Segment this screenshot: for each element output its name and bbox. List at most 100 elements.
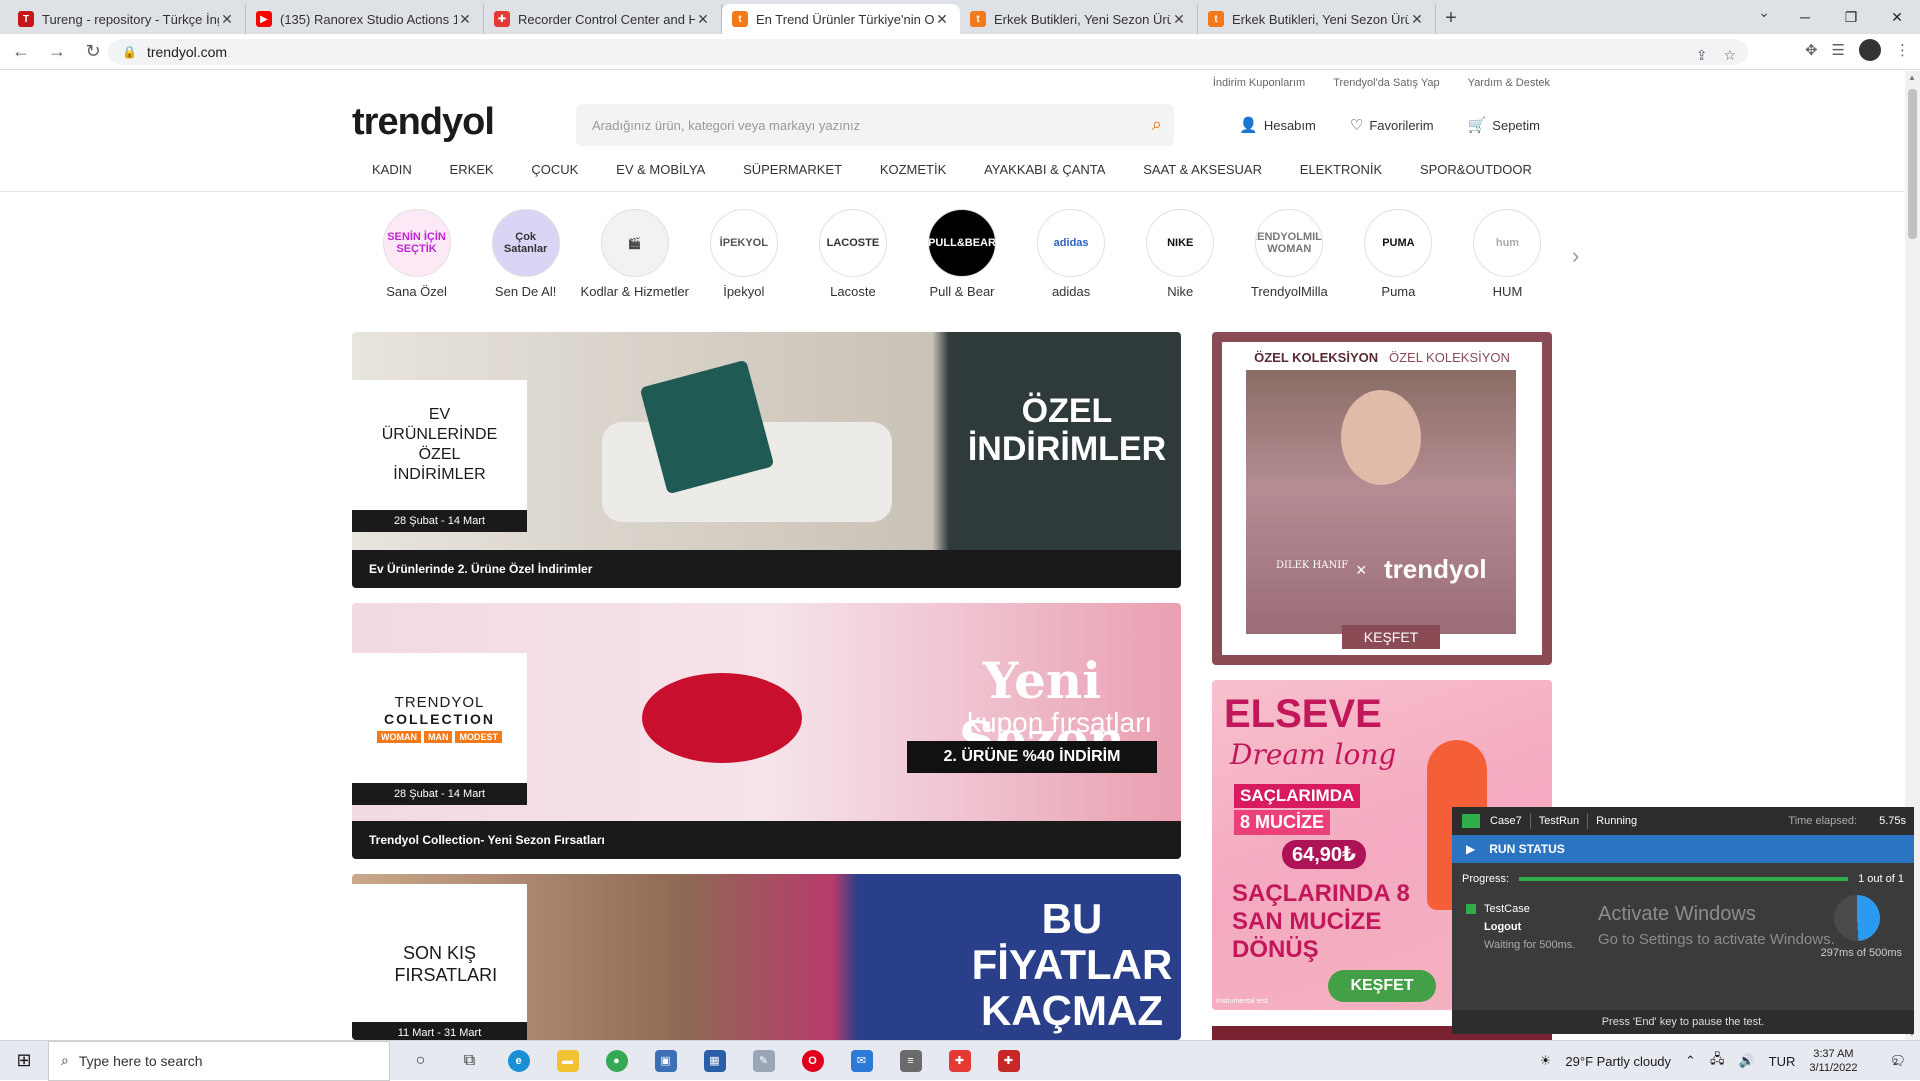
file-explorer-icon[interactable]: ▬	[543, 1041, 592, 1081]
reading-list-icon[interactable]: ☰	[1832, 41, 1845, 59]
restore-icon[interactable]: ❐	[1828, 0, 1874, 34]
tab-close-icon[interactable]: ✕	[1409, 11, 1425, 28]
top-link[interactable]: Yardım & Destek	[1468, 77, 1550, 89]
story-label: Pull & Bear	[929, 284, 995, 299]
weather-icon[interactable]: ☀	[1540, 1053, 1552, 1069]
scrollbar-thumb[interactable]	[1908, 89, 1917, 239]
account-link[interactable]: 👤 Hesabım	[1239, 116, 1316, 134]
story-item[interactable]: PUMA Puma	[1344, 209, 1453, 319]
profile-avatar[interactable]	[1859, 39, 1881, 61]
story-item[interactable]: Çok Satanlar Sen De Al!	[471, 209, 580, 319]
story-item[interactable]: adidas adidas	[1017, 209, 1126, 319]
trendyol-logo[interactable]: trendyol	[352, 101, 495, 144]
notepad-icon[interactable]: ≡	[886, 1041, 935, 1081]
top-link[interactable]: İndirim Kuponlarım	[1213, 77, 1305, 89]
activate-windows-title: Activate Windows	[1598, 903, 1756, 925]
category-nav-item[interactable]: ÇOCUK	[531, 162, 578, 190]
browser-tab[interactable]: t Erkek Butikleri, Yeni Sezon Ürünle✕	[960, 4, 1198, 34]
story-item[interactable]: NIKE Nike	[1126, 209, 1235, 319]
banner-collection[interactable]: TRENDYOL COLLECTION WOMAN MAN MODEST 28 Şu…	[352, 603, 1181, 859]
banner-home-discount[interactable]: EV ÜRÜNLERİNDE ÖZEL İNDİRİMLER 28 Şubat …	[352, 332, 1181, 588]
favorites-link[interactable]: ♡ Favorilerim	[1350, 116, 1434, 134]
taskbar-search-input[interactable]: ⌕ Type here to search	[48, 1040, 390, 1081]
browser-menu-icon[interactable]: ⋮	[1895, 41, 1910, 59]
chevron-up-icon[interactable]: ⌃	[1685, 1053, 1696, 1069]
tab-favicon-icon: T	[18, 11, 34, 27]
side-card-dilek-hanif[interactable]: ÖZEL KOLEKSİYON ÖZEL KOLEKSİYON DILEK HA…	[1212, 332, 1552, 665]
mail-icon[interactable]: ✉	[837, 1041, 886, 1081]
scroll-up-icon[interactable]: ▲	[1908, 73, 1916, 82]
rx-progress-fill	[1519, 877, 1849, 881]
tab-close-icon[interactable]: ✕	[219, 11, 235, 28]
notifications-icon[interactable]: 🗨 2	[1889, 1053, 1906, 1069]
clock[interactable]: 3:37 AM 3/11/2022	[1809, 1047, 1871, 1075]
close-window-icon[interactable]: ✕	[1874, 0, 1920, 34]
banner-caption: Ev Ürünlerinde 2. Ürüne Özel İndirimler	[352, 550, 1181, 588]
story-item[interactable]: hum HUM	[1453, 209, 1562, 319]
story-item[interactable]: PULL&BEAR Pull & Bear	[907, 209, 1016, 319]
reload-icon[interactable]: ↻	[78, 41, 108, 62]
store-icon[interactable]: ▦	[690, 1041, 739, 1081]
rx-run-status-bar[interactable]: ▶ RUN STATUS	[1452, 835, 1914, 863]
browser-tab[interactable]: ▶ (135) Ranorex Studio Actions 1/4 ✕	[246, 4, 484, 34]
story-item[interactable]: SENİN İÇİN SEÇTİK Sana Özel	[362, 209, 471, 319]
banner-winter[interactable]: SON KIŞ FIRSATLARI 11 Mart - 31 Mart BU …	[352, 874, 1181, 1040]
minimize-icon[interactable]: ─	[1782, 0, 1828, 34]
tab-close-icon[interactable]: ✕	[457, 11, 473, 28]
window-controls: ─ ❐ ✕	[1782, 0, 1920, 34]
bookmark-star-icon[interactable]: ☆	[1723, 47, 1736, 64]
category-nav-item[interactable]: AYAKKABI & ÇANTA	[984, 162, 1105, 190]
cortana-icon[interactable]: ○	[396, 1041, 445, 1081]
ranorex-icon[interactable]: ✚	[935, 1041, 984, 1081]
search-icon[interactable]: ⌕	[1152, 114, 1162, 135]
browser-tab[interactable]: T Tureng - repository - Türkçe İngilizce✕	[8, 4, 246, 34]
forward-icon[interactable]: →	[42, 41, 72, 62]
model-photo: DILEK HANIF × trendyol	[1246, 370, 1516, 634]
banner-label-box: TRENDYOL COLLECTION WOMAN MAN MODEST 28 Şu…	[352, 653, 527, 805]
browser-tab[interactable]: ✚ Recorder Control Center and Hot ✕	[484, 4, 722, 34]
ranorex-recorder-icon[interactable]: ✚	[984, 1041, 1033, 1081]
chevron-right-icon[interactable]: ›	[1572, 243, 1579, 269]
cart-link[interactable]: 🛒 Sepetim	[1468, 116, 1540, 134]
category-nav-item[interactable]: SÜPERMARKET	[743, 162, 842, 190]
category-nav-item[interactable]: KOZMETİK	[880, 162, 946, 190]
back-icon[interactable]: ←	[6, 41, 36, 62]
top-link[interactable]: Trendyol'da Satış Yap	[1333, 77, 1439, 89]
volume-icon[interactable]: 🔊	[1738, 1053, 1754, 1069]
browser-tab[interactable]: t En Trend Ürünler Türkiye'nin Onl ✕	[722, 4, 960, 34]
search-input[interactable]: Aradığınız ürün, kategori veya markayı y…	[576, 104, 1174, 146]
language-indicator[interactable]: TUR	[1769, 1054, 1796, 1069]
browser-tab[interactable]: t Erkek Butikleri, Yeni Sezon Ürünle✕	[1198, 4, 1436, 34]
story-item[interactable]: TRENDYOLMILLA WOMAN TrendyolMilla	[1235, 209, 1344, 319]
lock-icon[interactable]: 🔒	[122, 45, 137, 59]
windows-start-icon[interactable]: ⊞	[0, 1041, 48, 1081]
category-nav-item[interactable]: EV & MOBİLYA	[616, 162, 705, 190]
edge-icon[interactable]: e	[494, 1041, 543, 1081]
opera-icon[interactable]: O	[788, 1041, 837, 1081]
story-item[interactable]: İPEKYOL İpekyol	[689, 209, 798, 319]
category-nav-item[interactable]: ERKEK	[450, 162, 494, 190]
category-nav-item[interactable]: SPOR&OUTDOOR	[1420, 162, 1532, 190]
tab-search-chevron-icon[interactable]: ⌄	[1758, 4, 1770, 21]
story-label: adidas	[1051, 284, 1091, 299]
category-nav-item[interactable]: KADIN	[372, 162, 412, 190]
network-icon[interactable]: 🖧	[1710, 1050, 1725, 1072]
elseve-kesfet-button[interactable]: KEŞFET	[1328, 970, 1436, 1002]
tab-close-icon[interactable]: ✕	[934, 11, 950, 28]
category-nav-item[interactable]: SAAT & AKSESUAR	[1143, 162, 1262, 190]
task-view-icon[interactable]: ⧉	[445, 1041, 494, 1081]
weather-text[interactable]: 29°F Partly cloudy	[1565, 1054, 1671, 1069]
category-nav-item[interactable]: ELEKTRONİK	[1300, 162, 1382, 190]
tab-close-icon[interactable]: ✕	[695, 11, 711, 28]
kesfet-button[interactable]: KEŞFET	[1342, 625, 1440, 649]
address-bar[interactable]: 🔒 trendyol.com ⇪ ☆	[108, 39, 1748, 65]
app-window-icon[interactable]: ▣	[641, 1041, 690, 1081]
feather-app-icon[interactable]: ✎	[739, 1041, 788, 1081]
chrome-icon[interactable]: ●	[592, 1041, 641, 1081]
new-tab-button[interactable]: +	[1436, 4, 1466, 34]
story-item[interactable]: 🎬 Kodlar & Hizmetler	[580, 209, 689, 319]
extensions-icon[interactable]: ✥	[1805, 41, 1818, 59]
share-icon[interactable]: ⇪	[1696, 47, 1708, 64]
tab-close-icon[interactable]: ✕	[1171, 11, 1187, 28]
story-item[interactable]: LACOSTE Lacoste	[798, 209, 907, 319]
